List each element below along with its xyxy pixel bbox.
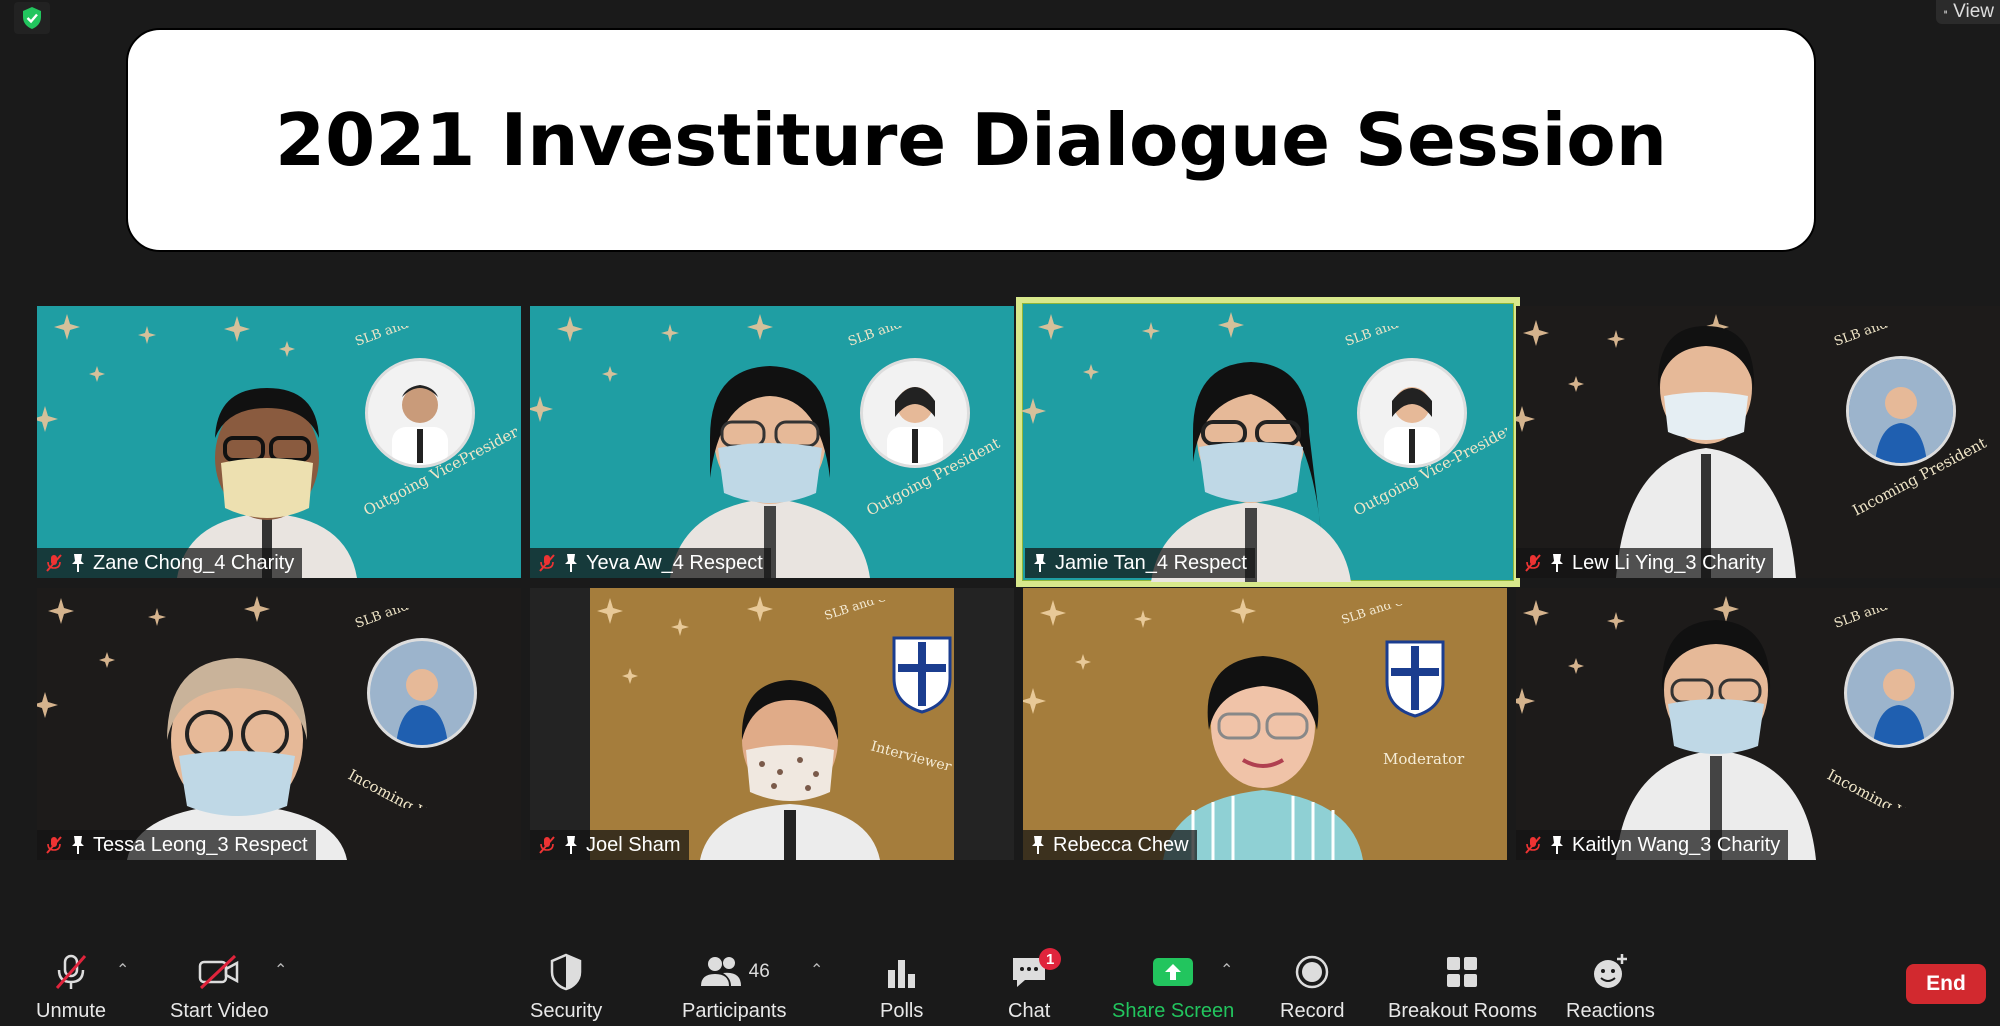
share-options-caret-icon[interactable]: ⌃ xyxy=(1220,960,1233,980)
participant-video xyxy=(177,388,357,578)
zoom-meeting-window: View 2021 Investiture Dialogue Session O… xyxy=(0,0,2000,1026)
backdrop-role-text: SLB and CTC Investiture '21 Incoming Vic… xyxy=(345,608,517,808)
chat-button[interactable]: 1 Chat xyxy=(1008,948,1062,1023)
participant-video xyxy=(1616,326,1796,578)
view-label: View xyxy=(1953,1,1994,22)
svg-text:Outgoing Vice-President: Outgoing Vice-President xyxy=(1350,416,1507,519)
participant-name: Joel Sham xyxy=(586,833,681,856)
svg-text:Outgoing VicePresident: Outgoing VicePresident xyxy=(360,419,517,520)
shared-content-banner: 2021 Investiture Dialogue Session xyxy=(126,28,1816,252)
participant-name: Jamie Tan_4 Respect xyxy=(1055,551,1247,574)
pin-icon xyxy=(1034,554,1046,572)
video-tile-active-speaker[interactable]: SLB and CTC Investiture '21 Outgoing Vic… xyxy=(1016,297,1520,587)
breakout-rooms-icon xyxy=(1447,957,1478,987)
grid-view-icon xyxy=(1944,10,1947,14)
shield-icon xyxy=(550,953,582,991)
muted-mic-icon xyxy=(539,554,555,572)
security-status-icon[interactable] xyxy=(14,2,50,34)
participants-icon xyxy=(700,957,741,986)
record-icon xyxy=(1295,955,1329,989)
participant-name: Rebecca Chew xyxy=(1053,833,1189,856)
svg-text:SLB and CTC Investiture '21: SLB and CTC Investiture '21 xyxy=(823,600,960,623)
participant-video xyxy=(670,366,870,578)
participant-name-bar: Tessa Leong_3 Respect xyxy=(37,830,316,860)
video-tile[interactable]: SLB and CTC Investiture '21 Incoming Vic… xyxy=(37,588,521,860)
participant-video xyxy=(1151,362,1351,582)
audio-options-caret-icon[interactable]: ⌃ xyxy=(116,960,129,980)
participant-video xyxy=(700,680,880,860)
svg-text:Incoming Vice-President: Incoming Vice-President xyxy=(345,766,517,808)
participant-name-bar: Yeva Aw_4 Respect xyxy=(530,548,771,578)
svg-text:SLB and CTC Investiture '21: SLB and CTC Investiture '21 xyxy=(353,608,517,632)
pin-icon xyxy=(72,836,84,854)
participant-name: Zane Chong_4 Charity xyxy=(93,551,295,574)
svg-text:SLB and CTC Investiture '21: SLB and CTC Investiture '21 xyxy=(1340,604,1503,627)
participant-name-bar: Jamie Tan_4 Respect xyxy=(1025,548,1255,578)
meeting-controls-toolbar: Unmute ⌃ Start Video ⌃ Security 46 Parti… xyxy=(0,940,2000,1026)
video-tile[interactable]: SLB and CTC Investiture '21 Incoming Pre… xyxy=(1516,306,2000,578)
record-button[interactable]: Record xyxy=(1280,950,1344,1023)
svg-text:Incoming Vice-President: Incoming Vice-President xyxy=(1824,766,1996,808)
backdrop-role-text: SLB and CTC Investiture '21 Incoming Vic… xyxy=(1824,608,1996,808)
participant-video-frame: SLB and CTC Investiture '21 Interviewer xyxy=(590,588,960,860)
muted-mic-icon xyxy=(46,836,62,854)
participant-name-bar: Lew Li Ying_3 Charity xyxy=(1516,548,1774,578)
participants-button[interactable]: 46 Participants xyxy=(682,950,787,1023)
participant-video xyxy=(1616,620,1816,860)
end-meeting-button[interactable]: End xyxy=(1906,964,1986,1004)
pin-icon xyxy=(565,836,577,854)
share-screen-button[interactable]: Share Screen xyxy=(1112,950,1234,1023)
svg-text:SLB and CTC Investiture '21: SLB and CTC Investiture '21 xyxy=(1832,326,1996,350)
bar-chart-icon xyxy=(887,960,915,988)
backdrop-role-text: SLB and CTC Investiture '21 Incoming Pre… xyxy=(1832,326,1996,520)
muted-mic-icon xyxy=(46,554,62,572)
participant-name-bar: Rebecca Chew xyxy=(1023,830,1197,860)
svg-text:SLB and CTC Investiture '21: SLB and CTC Investiture '21 xyxy=(1343,326,1507,350)
participant-name-bar: Kaitlyn Wang_3 Charity xyxy=(1516,830,1789,860)
video-off-icon xyxy=(199,954,239,990)
smiley-plus-icon xyxy=(1594,954,1628,988)
participant-name: Kaitlyn Wang_3 Charity xyxy=(1572,833,1781,856)
svg-text:Outgoing President: Outgoing President xyxy=(863,434,1002,519)
muted-mic-icon xyxy=(539,836,555,854)
video-options-caret-icon[interactable]: ⌃ xyxy=(274,960,287,980)
muted-microphone-icon xyxy=(55,954,87,989)
banner-title: 2021 Investiture Dialogue Session xyxy=(275,98,1667,182)
reactions-button[interactable]: Reactions xyxy=(1566,950,1655,1023)
participant-name: Yeva Aw_4 Respect xyxy=(586,551,763,574)
participants-count: 46 xyxy=(748,961,770,982)
muted-mic-icon xyxy=(1525,554,1541,572)
participant-name-bar: Joel Sham xyxy=(530,830,689,860)
participant-video xyxy=(1163,656,1363,860)
svg-text:SLB and CTC Investiture '21: SLB and CTC Investiture '21 xyxy=(1832,608,1996,632)
pin-icon xyxy=(1551,554,1563,572)
svg-text:Moderator: Moderator xyxy=(1383,750,1465,768)
video-grid: SLB and CTC Investiture '21 Outgoing Vic… xyxy=(37,297,2000,861)
pin-icon xyxy=(72,554,84,572)
start-video-button[interactable]: Start Video xyxy=(170,950,269,1023)
svg-text:Incoming President: Incoming President xyxy=(1849,434,1989,520)
participants-options-caret-icon[interactable]: ⌃ xyxy=(810,960,823,980)
video-tile[interactable]: SLB and CTC Investiture '21 Outgoing Vic… xyxy=(37,306,521,578)
view-options-button[interactable]: View xyxy=(1936,0,2000,24)
breakout-rooms-button[interactable]: Breakout Rooms xyxy=(1388,950,1537,1023)
video-tile[interactable]: SLB and CTC Investiture '21 Outgoing Pre… xyxy=(530,306,1014,578)
chat-unread-badge: 1 xyxy=(1039,948,1062,970)
unmute-button[interactable]: Unmute xyxy=(36,950,106,1023)
video-tile[interactable]: SLB and CTC Investiture '21 Incoming Vic… xyxy=(1516,588,2000,860)
security-button[interactable]: Security xyxy=(530,950,602,1023)
pin-icon xyxy=(565,554,577,572)
svg-text:SLB and CTC Investiture '21: SLB and CTC Investiture '21 xyxy=(353,326,517,350)
video-tile[interactable]: SLB and CTC Investiture '21 Moderator Re… xyxy=(1023,588,1507,860)
participant-name-bar: Zane Chong_4 Charity xyxy=(37,548,303,578)
pin-icon xyxy=(1032,836,1044,854)
participant-name: Lew Li Ying_3 Charity xyxy=(1572,551,1766,574)
video-tile[interactable]: SLB and CTC Investiture '21 Interviewer … xyxy=(530,588,1014,860)
pin-icon xyxy=(1551,836,1563,854)
participant-name: Tessa Leong_3 Respect xyxy=(93,833,308,856)
participant-video xyxy=(127,658,347,860)
polls-button[interactable]: Polls xyxy=(880,950,923,1023)
muted-mic-icon xyxy=(1525,836,1541,854)
share-screen-icon xyxy=(1153,958,1194,986)
